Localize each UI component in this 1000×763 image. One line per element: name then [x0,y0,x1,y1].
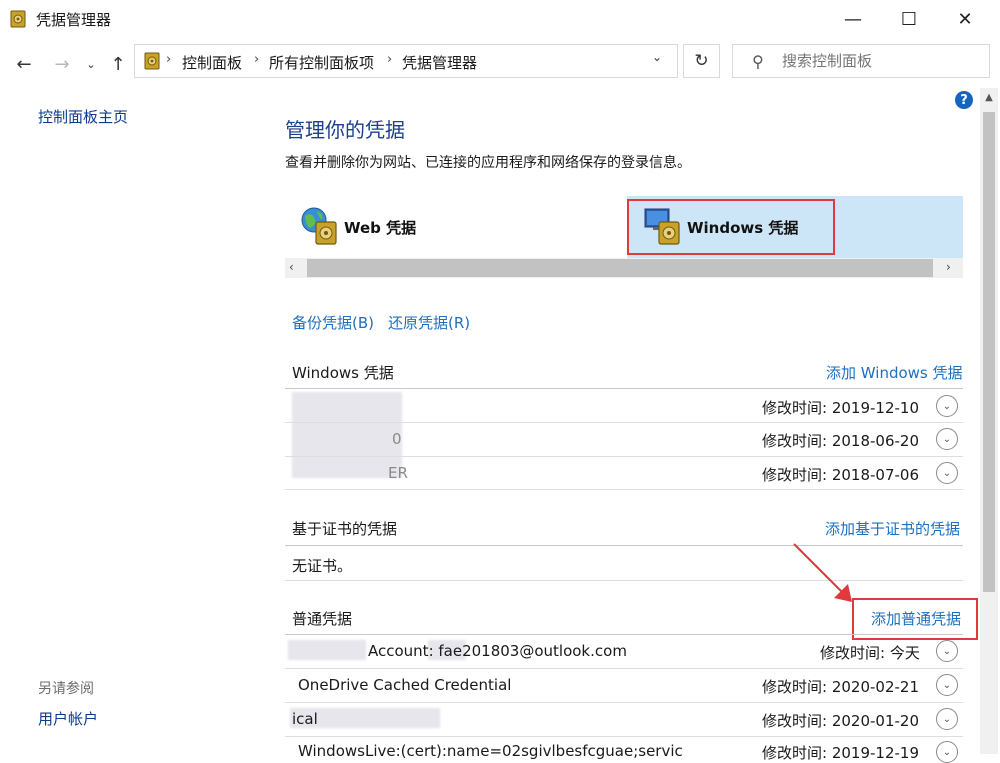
expand-chevron-icon[interactable]: ⌄ [936,674,958,696]
search-icon: ⚲ [752,52,764,71]
address-dropdown-icon[interactable]: ⌄ [652,50,662,64]
credential-name: ER [388,464,408,482]
annotation-arrow [793,543,852,602]
restore-credentials-link[interactable]: 还原凭据(R) [388,312,470,333]
help-icon[interactable]: ? [955,91,973,109]
refresh-icon[interactable]: ↻ [683,44,720,78]
modified-time: 修改时间: 2019-12-19 [762,744,919,762]
redacted-area [292,392,402,478]
modified-time: 修改时间: 今天 [820,644,920,662]
expand-chevron-icon[interactable]: ⌄ [936,462,958,484]
section-divider [285,634,963,635]
add-certificate-credential-link[interactable]: 添加基于证书的凭据 [825,518,960,539]
search-input[interactable] [782,52,972,70]
modified-time: 修改时间: 2018-07-06 [762,466,919,484]
no-certificates-text: 无证书。 [292,557,353,575]
add-windows-credential-link[interactable]: 添加 Windows 凭据 [826,362,963,383]
page-title: 管理你的凭据 [285,118,405,142]
globe-vault-icon[interactable] [300,206,340,246]
expand-chevron-icon[interactable]: ⌄ [936,395,958,417]
horizontal-scrollbar-thumb[interactable] [307,259,933,277]
row-divider [285,736,963,737]
forward-arrow-icon[interactable]: → [50,52,74,76]
generic-credentials-heading: 普通凭据 [292,610,353,628]
breadcrumb-separator-icon[interactable]: › [387,52,392,67]
close-button[interactable]: ✕ [938,0,992,38]
breadcrumb-all-items[interactable]: 所有控制面板项 [269,52,374,73]
annotation-highlight-box [627,199,835,255]
window-title: 凭据管理器 [36,11,112,29]
minimize-button[interactable]: — [826,0,880,38]
backup-credentials-link[interactable]: 备份凭据(B) [292,312,374,333]
modified-time: 修改时间: 2019-12-10 [762,399,919,417]
breadcrumb-control-panel[interactable]: 控制面板 [182,52,242,73]
row-divider [285,668,963,669]
breadcrumb-separator-icon[interactable]: › [166,52,171,67]
recent-locations-chevron-icon[interactable]: ⌄ [82,52,100,76]
section-divider [285,388,963,389]
row-divider [285,702,963,703]
row-divider [285,422,963,423]
breadcrumb-credential-manager[interactable]: 凭据管理器 [402,52,477,73]
certificate-credentials-heading: 基于证书的凭据 [292,520,398,538]
expand-chevron-icon[interactable]: ⌄ [936,428,958,450]
tab-web-credentials[interactable]: Web 凭据 [344,217,416,238]
see-also-heading: 另请参阅 [38,681,94,697]
modified-time: 修改时间: 2020-01-20 [762,712,919,730]
back-arrow-icon[interactable]: ← [12,52,36,76]
breadcrumb-separator-icon[interactable]: › [254,52,259,67]
expand-chevron-icon[interactable]: ⌄ [936,640,958,662]
up-arrow-icon[interactable]: ↑ [106,52,130,76]
credential-name: 0 [392,430,402,448]
user-accounts-link[interactable]: 用户帐户 [38,708,98,729]
modified-time: 修改时间: 2018-06-20 [762,432,919,450]
expand-chevron-icon[interactable]: ⌄ [936,708,958,730]
credential-name: WindowsLive:(cert):name=02sgivlbesfcguae… [298,742,683,760]
modified-time: 修改时间: 2020-02-21 [762,678,919,696]
expand-chevron-icon[interactable]: ⌄ [936,741,958,763]
vault-icon [144,52,160,70]
row-divider [285,489,963,490]
credential-name: ical [292,710,318,728]
row-divider [285,580,963,581]
credential-name: OneDrive Cached Credential [298,676,512,694]
redacted-area [288,640,366,660]
scroll-up-icon[interactable]: ▲ [980,92,998,108]
section-divider [285,545,963,546]
page-description: 查看并删除你为网站、已连接的应用程序和网络保存的登录信息。 [285,155,691,171]
maximize-button[interactable]: ☐ [882,0,936,38]
credential-name: Account: fae201803@outlook.com [368,642,627,660]
vertical-scrollbar-thumb[interactable] [983,112,995,592]
scroll-right-icon[interactable]: › [946,260,951,274]
row-divider [285,456,963,457]
vault-icon [10,10,26,28]
windows-credentials-heading: Windows 凭据 [292,364,394,382]
scroll-left-icon[interactable]: ‹ [289,260,294,274]
control-panel-home-link[interactable]: 控制面板主页 [38,106,128,127]
